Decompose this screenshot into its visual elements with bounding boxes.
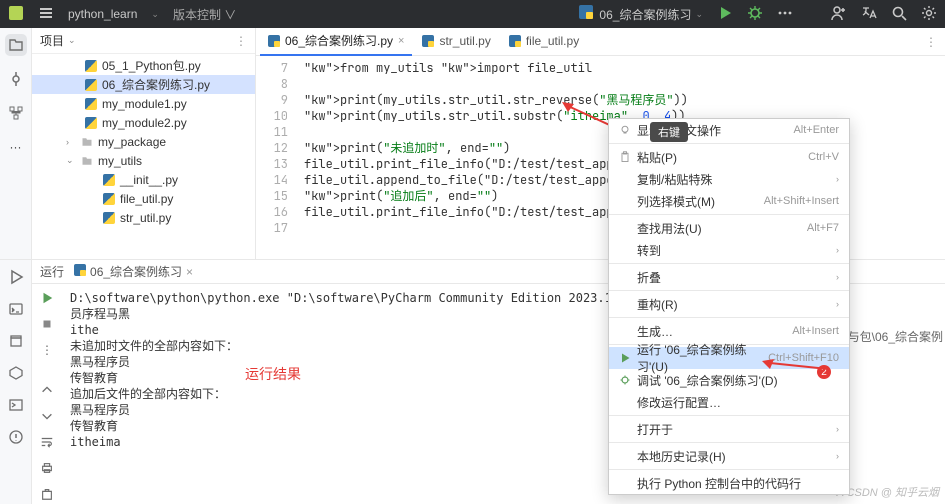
project-name[interactable]: python_learn bbox=[68, 7, 137, 21]
tree-item-label: __init__.py bbox=[120, 173, 178, 187]
tree-item-label: my_package bbox=[98, 135, 166, 149]
context-menu-item[interactable]: 转到› bbox=[609, 239, 849, 261]
search-icon[interactable] bbox=[891, 5, 907, 24]
clear-icon[interactable] bbox=[36, 484, 58, 504]
watermark: A CSDN @ 知乎云烟 bbox=[837, 484, 939, 500]
run-tool-icon[interactable] bbox=[5, 266, 27, 288]
app-logo-icon bbox=[8, 5, 24, 24]
context-menu-item[interactable]: 列选择模式(M)Alt+Shift+Insert bbox=[609, 190, 849, 212]
python-file-icon bbox=[102, 173, 116, 187]
left-tool-strip: ··· bbox=[0, 28, 32, 259]
folder-icon bbox=[80, 154, 94, 168]
project-panel-header: 项目 ⌄ ⋮ bbox=[32, 28, 255, 54]
services-icon[interactable] bbox=[5, 362, 27, 384]
structure-tool-icon[interactable] bbox=[5, 102, 27, 124]
tree-item-label: file_util.py bbox=[120, 192, 173, 206]
truncated-path: 块与包\06_综合案例 bbox=[836, 328, 943, 345]
context-menu-item[interactable]: 粘贴(P)Ctrl+V bbox=[609, 146, 849, 168]
tree-item-label: my_module2.py bbox=[102, 116, 187, 130]
context-menu[interactable]: 显示上下文操作Alt+Enter 粘贴(P)Ctrl+V复制/粘贴特殊›列选择模式… bbox=[608, 118, 850, 495]
project-panel: 项目 ⌄ ⋮ 05_1_Python包.py 06_综合案例练习.py my_mod… bbox=[32, 28, 256, 259]
main-menu-icon[interactable] bbox=[38, 5, 54, 24]
context-menu-item[interactable]: 执行 Python 控制台中的代码行 bbox=[609, 472, 849, 494]
tree-file[interactable]: my_module2.py bbox=[32, 113, 255, 132]
terminal-bottom-icon[interactable] bbox=[5, 394, 27, 416]
bottom-tool-strip bbox=[0, 260, 32, 504]
commit-tool-icon[interactable] bbox=[5, 68, 27, 90]
python-console-icon[interactable] bbox=[5, 298, 27, 320]
folder-icon bbox=[80, 135, 94, 149]
python-file-icon bbox=[84, 78, 98, 92]
tree-item-label: my_module1.py bbox=[102, 97, 187, 111]
python-file-icon bbox=[74, 264, 86, 279]
python-file-icon bbox=[579, 5, 595, 24]
packages-icon[interactable] bbox=[5, 330, 27, 352]
close-icon[interactable]: × bbox=[398, 35, 404, 47]
print-icon[interactable] bbox=[36, 458, 58, 478]
line-gutter: 7891011121314151617 bbox=[256, 56, 296, 259]
language-icon[interactable] bbox=[861, 5, 877, 24]
tree-item-label: 05_1_Python包.py bbox=[102, 57, 201, 74]
tree-file[interactable]: 06_综合案例练习.py bbox=[32, 75, 255, 94]
tree-item-label: str_util.py bbox=[120, 211, 171, 225]
stop-icon[interactable] bbox=[36, 314, 58, 334]
editor-tab[interactable]: 06_综合案例练习.py× bbox=[260, 28, 412, 56]
python-file-icon bbox=[102, 211, 116, 225]
problems-icon[interactable] bbox=[5, 426, 27, 448]
python-file-icon bbox=[102, 192, 116, 206]
editor-tab[interactable]: str_util.py bbox=[414, 28, 498, 56]
context-menu-item[interactable]: 显示上下文操作Alt+Enter bbox=[609, 119, 849, 141]
add-user-icon[interactable] bbox=[831, 5, 847, 24]
python-file-icon bbox=[84, 97, 98, 111]
python-file-icon bbox=[84, 59, 98, 73]
python-file-icon bbox=[84, 116, 98, 130]
annotation-result: 运行结果 bbox=[245, 364, 301, 384]
scroll-up-icon[interactable] bbox=[36, 380, 58, 400]
context-menu-item[interactable]: 修改运行配置… bbox=[609, 391, 849, 413]
run-toolbar: ⋮ bbox=[32, 284, 62, 504]
editor-tab[interactable]: file_util.py bbox=[501, 28, 587, 56]
run-icon[interactable] bbox=[717, 5, 733, 24]
tree-file[interactable]: file_util.py bbox=[32, 189, 255, 208]
version-control-dropdown[interactable]: 版本控制 ∨ bbox=[173, 6, 236, 23]
context-menu-item[interactable]: 生成…Alt+Insert bbox=[609, 320, 849, 342]
context-menu-item[interactable]: 打开于› bbox=[609, 418, 849, 440]
run-more-icon[interactable]: ⋮ bbox=[36, 340, 58, 360]
tree-folder[interactable]: ›my_package bbox=[32, 132, 255, 151]
scroll-down-icon[interactable] bbox=[36, 406, 58, 426]
tree-item-label: my_utils bbox=[98, 154, 142, 168]
tree-file[interactable]: 05_1_Python包.py bbox=[32, 56, 255, 75]
run-tab-label[interactable]: 运行 bbox=[40, 263, 64, 280]
tree-file[interactable]: __init__.py bbox=[32, 170, 255, 189]
more-tools-icon[interactable]: ··· bbox=[5, 136, 27, 158]
tab-more-icon[interactable]: ⋮ bbox=[925, 35, 945, 49]
tree-file[interactable]: str_util.py bbox=[32, 208, 255, 227]
context-menu-item[interactable]: 复制/粘贴特殊› bbox=[609, 168, 849, 190]
top-bar: python_learn ⌄ 版本控制 ∨ 06_综合案例练习 ⌄ bbox=[0, 0, 945, 28]
context-menu-item[interactable]: 本地历史记录(H)› bbox=[609, 445, 849, 467]
tree-folder[interactable]: ⌄my_utils bbox=[32, 151, 255, 170]
tooltip-right-click: 右键 bbox=[650, 122, 688, 142]
debug-icon[interactable] bbox=[747, 5, 763, 24]
editor-tabs: 06_综合案例练习.py×str_util.pyfile_util.py ⋮ bbox=[256, 28, 945, 56]
soft-wrap-icon[interactable] bbox=[36, 432, 58, 452]
context-menu-item[interactable]: 重构(R)› bbox=[609, 293, 849, 315]
annotation-arrow-2 bbox=[760, 355, 830, 378]
project-tree[interactable]: 05_1_Python包.py 06_综合案例练习.py my_module1.py… bbox=[32, 54, 255, 229]
rerun-icon[interactable] bbox=[36, 288, 58, 308]
close-icon[interactable]: × bbox=[186, 265, 193, 279]
tree-file[interactable]: my_module1.py bbox=[32, 94, 255, 113]
project-panel-title: 项目 bbox=[40, 32, 64, 49]
run-tab-file[interactable]: 06_综合案例练习 × bbox=[74, 263, 193, 280]
context-menu-item[interactable]: 折叠› bbox=[609, 266, 849, 288]
more-icon[interactable] bbox=[777, 5, 793, 24]
settings-icon[interactable] bbox=[921, 5, 937, 24]
context-menu-item[interactable]: 查找用法(U)Alt+F7 bbox=[609, 217, 849, 239]
run-config-selector[interactable]: 06_综合案例练习 ⌄ bbox=[579, 5, 703, 24]
tree-item-label: 06_综合案例练习.py bbox=[102, 76, 210, 93]
project-tool-icon[interactable] bbox=[5, 34, 27, 56]
collapse-all-icon[interactable]: ⋮ bbox=[235, 34, 247, 48]
